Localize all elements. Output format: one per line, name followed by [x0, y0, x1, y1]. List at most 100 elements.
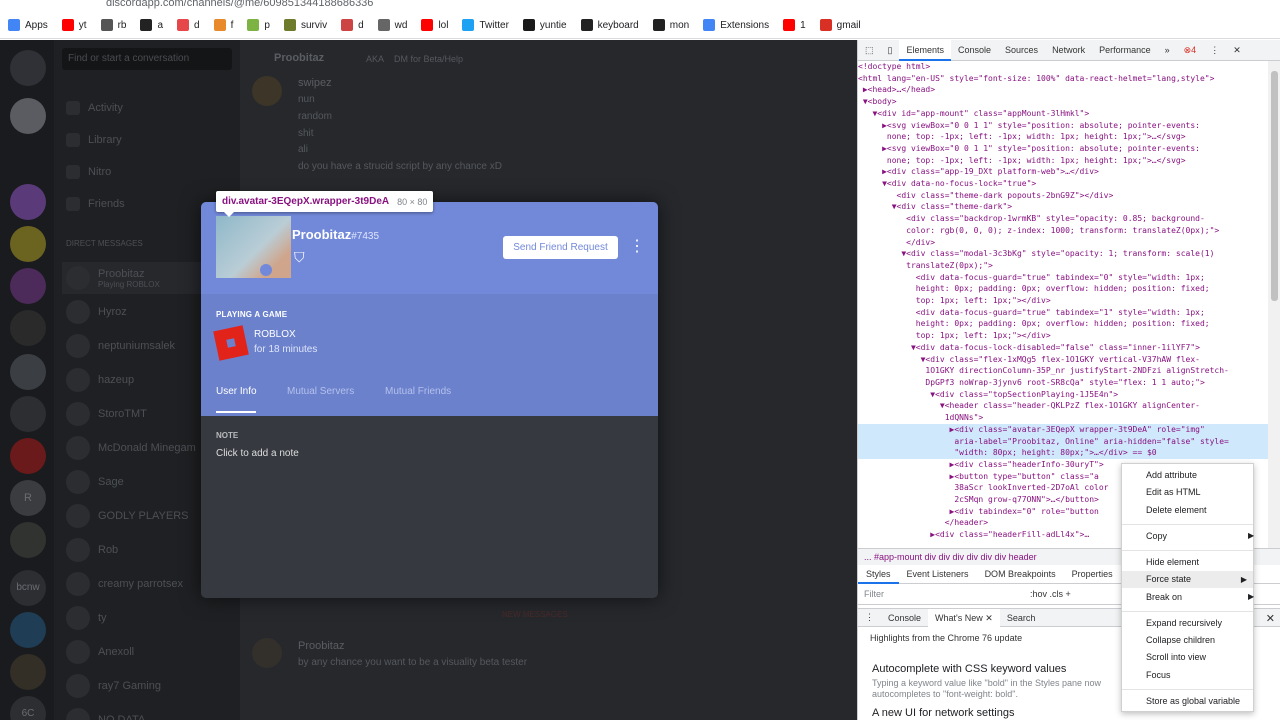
nav-nitro[interactable]: Nitro [66, 156, 111, 188]
dom-node-line[interactable]: <div class="backdrop-1wrmKB" style="opac… [858, 213, 1268, 225]
dm-item[interactable]: StoroTMT [66, 398, 147, 430]
dm-item[interactable]: hazeup [66, 364, 134, 396]
dom-node-line[interactable]: ▶<div class="app-19_DXt platform-web">…<… [858, 166, 1268, 178]
dom-node-line[interactable]: ▼<div data-no-focus-lock="true"> [858, 178, 1268, 190]
dom-node-line[interactable]: top: 1px; left: 1px;"></div> [858, 330, 1268, 342]
dm-item[interactable]: NO DATA [66, 704, 145, 720]
more-tabs-button[interactable]: » [1158, 40, 1177, 61]
message-author[interactable]: Proobitaz [298, 640, 344, 652]
address-bar[interactable]: discordapp.com/channels/@me/609851344188… [0, 0, 1280, 12]
subtab-properties[interactable]: Properties [1064, 565, 1121, 584]
dm-item[interactable]: Anexoll [66, 636, 134, 668]
dom-node-line[interactable]: translateZ(0px);"> [858, 260, 1268, 272]
more-options-icon[interactable]: ⋮ [629, 239, 645, 255]
dom-node-line[interactable]: none; top: -1px; left: -1px; width: 1px;… [858, 155, 1268, 167]
bookmark-12[interactable]: yuntie [522, 19, 567, 31]
dm-item[interactable]: ray7 Gaming [66, 670, 161, 702]
dom-node-line[interactable]: height: 0px; padding: 0px; overflow: hid… [858, 283, 1268, 295]
bookmark-17[interactable]: gmail [819, 19, 861, 31]
close-drawer-icon[interactable]: ✕ [1266, 612, 1275, 625]
menu-item-edit-as-html[interactable]: Edit as HTML [1146, 487, 1201, 497]
drawer-tab-console[interactable]: Console [881, 613, 928, 623]
dm-item[interactable]: neptuniumsalek [66, 330, 175, 362]
menu-item-expand-recursively[interactable]: Expand recursively [1146, 618, 1222, 628]
nav-activity[interactable]: Activity [66, 92, 123, 124]
bookmark-2[interactable]: rb [100, 19, 126, 31]
dm-item[interactable]: Rob [66, 534, 118, 566]
bookmark-7[interactable]: surviv [283, 19, 327, 31]
tab-user-info[interactable]: User Info [216, 386, 257, 397]
dom-node-line[interactable]: ▼<div id="app-mount" class="appMount-3lH… [858, 108, 1268, 120]
message-author[interactable]: swipez [298, 77, 332, 89]
bookmark-8[interactable]: d [341, 19, 364, 31]
server-icon-letter[interactable]: R [10, 480, 46, 516]
dom-node-line[interactable]: 1O1GKY directionColumn-35P_nr justifySta… [858, 365, 1268, 377]
bookmark-6[interactable]: p [247, 19, 270, 31]
menu-item-scroll-into-view[interactable]: Scroll into view [1146, 652, 1206, 662]
device-toolbar-icon[interactable]: ▯ [881, 40, 900, 61]
dom-node-line[interactable]: </div> [858, 237, 1268, 249]
dom-node-line[interactable]: ▼<div class="flex-1xMQg5 flex-1O1GKY ver… [858, 354, 1268, 366]
bookmark-4[interactable]: d [177, 19, 200, 31]
dom-node-line[interactable]: "width: 80px; height: 80px;">…</div> == … [858, 447, 1268, 459]
menu-item-add-attribute[interactable]: Add attribute [1146, 470, 1197, 480]
subtab-styles[interactable]: Styles [858, 565, 899, 584]
bookmark-11[interactable]: Twitter [462, 19, 509, 31]
filter-options[interactable]: :hov .cls + [1030, 589, 1071, 599]
dom-node-line[interactable]: <!doctype html> [858, 61, 1268, 73]
server-icon[interactable] [10, 438, 46, 474]
dom-node-line[interactable]: ▼<div class="theme-dark"> [858, 201, 1268, 213]
bookmark-0[interactable]: Apps [8, 19, 48, 31]
dom-node-line[interactable]: top: 1px; left: 1px;"></div> [858, 295, 1268, 307]
dom-node-line[interactable]: none; top: -1px; left: -1px; width: 1px;… [858, 131, 1268, 143]
close-devtools-icon[interactable]: ✕ [1226, 40, 1248, 61]
tab-mutual-servers[interactable]: Mutual Servers [287, 386, 354, 397]
menu-item-delete-element[interactable]: Delete element [1146, 505, 1207, 515]
server-icon[interactable] [10, 184, 46, 220]
dom-node-line[interactable]: <div data-focus-guard="true" tabindex="0… [858, 272, 1268, 284]
bookmark-15[interactable]: Extensions [703, 19, 769, 31]
bookmark-3[interactable]: a [140, 19, 163, 31]
server-icon[interactable] [10, 354, 46, 390]
dm-item[interactable]: ty [66, 602, 107, 634]
menu-item-break-on[interactable]: Break on ▶ [1146, 592, 1254, 602]
tab-performance[interactable]: Performance [1092, 40, 1158, 61]
dom-node-line[interactable]: ▼<div class="topSectionPlaying-1J5E4n"> [858, 389, 1268, 401]
server-icon[interactable] [10, 226, 46, 262]
menu-item-hide-element[interactable]: Hide element [1146, 557, 1199, 567]
tab-elements[interactable]: Elements [899, 40, 951, 61]
bookmark-9[interactable]: wd [377, 19, 407, 31]
drawer-menu-icon[interactable]: ⋮ [858, 612, 881, 623]
hypesquad-badge-icon[interactable]: ⛉ [294, 250, 310, 266]
bookmark-13[interactable]: keyboard [580, 19, 639, 31]
dom-node-line[interactable]: 1dQNNs"> [858, 412, 1268, 424]
server-icon[interactable] [10, 268, 46, 304]
server-icon-letter[interactable]: bcnw [10, 570, 46, 606]
dom-node-line[interactable]: ▶<div class="avatar-3EQepX wrapper-3t9De… [858, 423, 1268, 436]
error-count-badge[interactable]: ⊗4 [1177, 40, 1204, 61]
send-friend-request-button[interactable]: Send Friend Request [503, 236, 618, 259]
dom-node-line[interactable]: height: 0px; padding: 0px; overflow: hid… [858, 318, 1268, 330]
dom-node-line[interactable]: ▶<svg viewBox="0 0 1 1" style="position:… [858, 120, 1268, 132]
inspect-icon[interactable]: ⬚ [858, 40, 881, 61]
dom-node-line[interactable]: ▼<div class="modal-3c3bKg" style="opacit… [858, 248, 1268, 260]
bookmark-5[interactable]: f [213, 19, 233, 31]
dom-node-line[interactable]: ▼<div data-focus-lock-disabled="false" c… [858, 342, 1268, 354]
dom-scrollbar[interactable] [1268, 61, 1280, 548]
nav-library[interactable]: Library [66, 124, 122, 156]
tab-sources[interactable]: Sources [998, 40, 1045, 61]
dom-node-line[interactable]: aria-label="Proobitaz, Online" aria-hidd… [858, 435, 1268, 448]
dom-node-line[interactable]: ▼<body> [858, 96, 1268, 108]
tab-mutual-friends[interactable]: Mutual Friends [385, 386, 451, 397]
bookmark-14[interactable]: mon [652, 19, 689, 31]
menu-item-collapse-children[interactable]: Collapse children [1146, 635, 1215, 645]
menu-item-focus[interactable]: Focus [1146, 670, 1171, 680]
dm-item[interactable]: GODLY PLAYERS [66, 500, 188, 532]
dom-node-line[interactable]: ▼<header class="header-QKLPzZ flex-1O1GK… [858, 400, 1268, 412]
discord-home-icon[interactable] [10, 50, 46, 86]
dom-node-line[interactable]: <div data-focus-guard="true" tabindex="1… [858, 307, 1268, 319]
drawer-tab-whats-new[interactable]: What's New ✕ [928, 608, 1000, 627]
dm-item[interactable]: Sage [66, 466, 124, 498]
dom-node-line[interactable]: color: rgb(0, 0, 0); z-index: 1000; tran… [858, 225, 1268, 237]
dm-item[interactable]: McDonald Minegam [66, 432, 196, 464]
